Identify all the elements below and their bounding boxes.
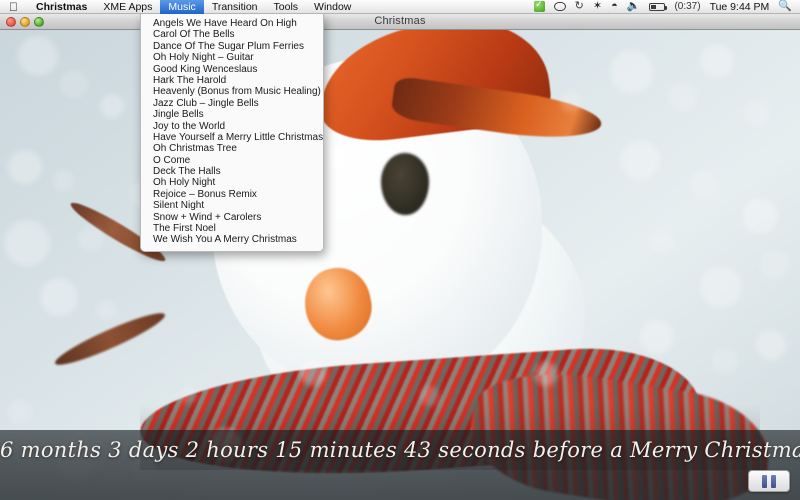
menu-item-track[interactable]: O Come <box>141 155 323 166</box>
menu-item-track[interactable]: Oh Holy Night <box>141 177 323 188</box>
menubar-app-name[interactable]: Christmas <box>28 0 95 14</box>
menu-item-track[interactable]: Jingle Bells <box>141 109 323 120</box>
speaker-icon[interactable]: 🔈 <box>627 1 641 12</box>
menu-item-track[interactable]: Angels We Have Heard On High <box>141 18 323 29</box>
speech-bubble-icon[interactable] <box>553 2 566 11</box>
menubar-item-music[interactable]: Music <box>160 0 204 14</box>
battery-icon[interactable] <box>649 2 668 11</box>
menu-item-track[interactable]: Dance Of The Sugar Plum Ferries <box>141 41 323 52</box>
menu-item-track[interactable]: Have Yourself a Merry Little Christmas <box>141 132 323 143</box>
apple-logo-icon[interactable]:  <box>0 1 28 13</box>
countdown-overlay-band: 6 months 3 days 2 hours 15 minutes 43 se… <box>0 430 800 500</box>
menu-item-track[interactable]: Jazz Club – Jingle Bells <box>141 98 323 109</box>
bluetooth-icon[interactable]: ✶ <box>593 1 602 12</box>
desktop: 6 months 3 days 2 hours 15 minutes 43 se… <box>0 0 800 500</box>
menu-item-track[interactable]: Snow + Wind + Carolers <box>141 212 323 223</box>
search-icon[interactable]: 🔍 <box>778 1 792 12</box>
menubar-item-tools[interactable]: Tools <box>266 0 307 14</box>
battery-time-label: (0:37) <box>674 1 701 12</box>
menubar-item-window[interactable]: Window <box>306 0 359 14</box>
refresh-icon[interactable]: ↻ <box>575 1 584 12</box>
menubar-clock[interactable]: Tue 9:44 PM <box>710 1 770 13</box>
menu-item-track[interactable]: Hark The Harold <box>141 75 323 86</box>
menu-item-track[interactable]: Carol Of The Bells <box>141 29 323 40</box>
snowman-eye <box>381 153 429 215</box>
pause-button[interactable] <box>748 470 790 492</box>
menu-item-track[interactable]: Silent Night <box>141 200 323 211</box>
menubar-item-transition[interactable]: Transition <box>204 0 266 14</box>
pause-bar-right <box>771 474 776 488</box>
wifi-icon[interactable]: ◓ <box>611 1 618 12</box>
menu-item-track[interactable]: Rejoice – Bonus Remix <box>141 189 323 200</box>
window-title: Christmas <box>374 15 426 27</box>
menu-item-track[interactable]: Oh Holy Night – Guitar <box>141 52 323 63</box>
menu-item-track[interactable]: We Wish You A Merry Christmas <box>141 234 323 245</box>
menubar-item-xme-apps[interactable]: XME Apps <box>95 0 160 14</box>
pause-bar-left <box>762 474 767 488</box>
menu-item-track[interactable]: Deck The Halls <box>141 166 323 177</box>
countdown-text: 6 months 3 days 2 hours 15 minutes 43 se… <box>0 438 800 462</box>
music-dropdown-menu[interactable]: Angels We Have Heard On High Carol Of The… <box>140 14 324 252</box>
menu-item-track[interactable]: Good King Wenceslaus <box>141 64 323 75</box>
menu-item-track[interactable]: Joy to the World <box>141 121 323 132</box>
menu-item-track[interactable]: Heavenly (Bonus from Music Healing) <box>141 86 323 97</box>
menubar-status-area: ↻ ✶ ◓ 🔈 (0:37) Tue 9:44 PM 🔍 <box>533 0 800 13</box>
menu-item-track[interactable]: Oh Christmas Tree <box>141 143 323 154</box>
menu-item-track[interactable]: The First Noel <box>141 223 323 234</box>
window-titlebar[interactable]: Christmas <box>0 14 800 30</box>
green-check-icon[interactable] <box>533 0 545 12</box>
macos-menubar:  Christmas XME Apps Music Transition To… <box>0 0 800 14</box>
